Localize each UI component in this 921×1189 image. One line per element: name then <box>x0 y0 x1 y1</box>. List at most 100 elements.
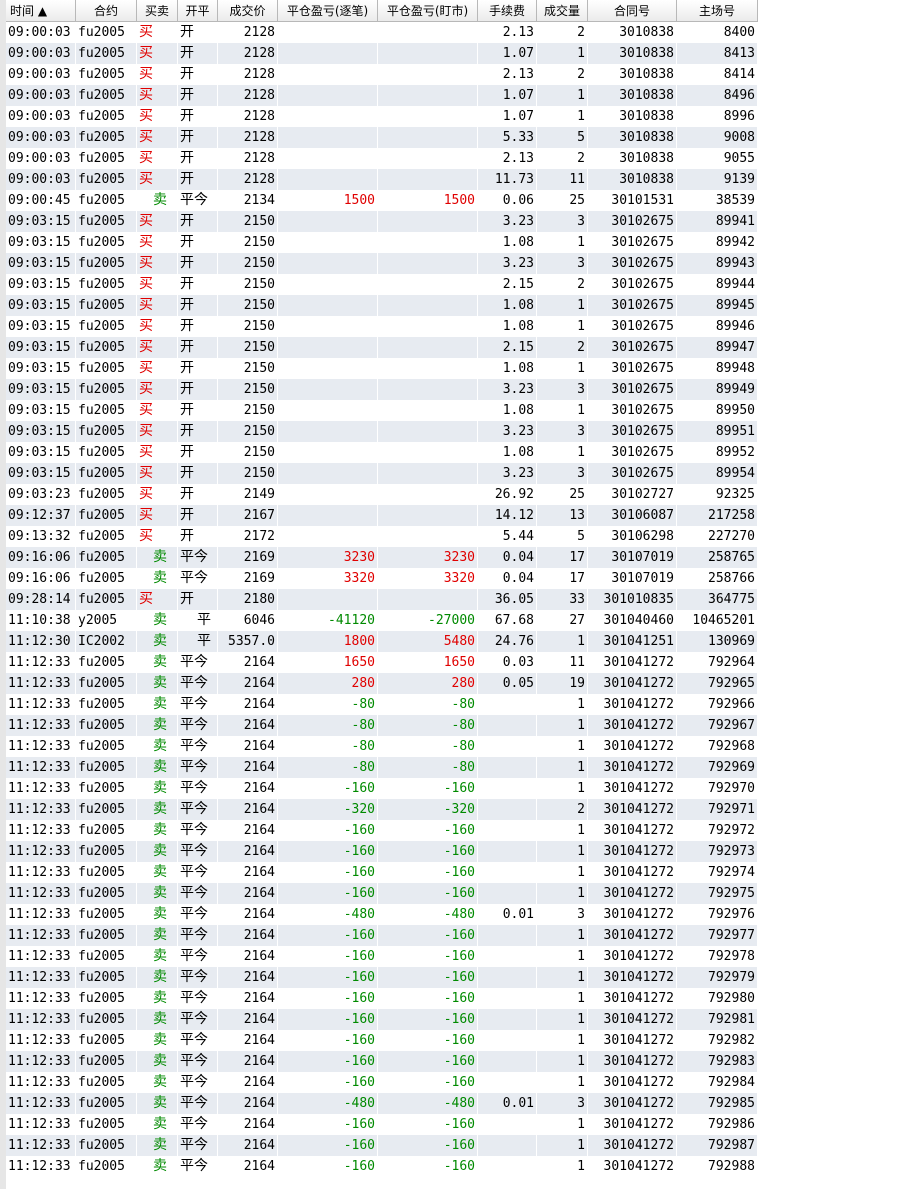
table-row[interactable]: 11:12:33 fu2005 卖平今 2164 -480 -480 0.01 3 301041… <box>6 904 758 925</box>
table-row[interactable]: 11:12:33 fu2005 卖平今 2164 -320 -320 2 301041272 7… <box>6 799 758 820</box>
cell-price: 2150 <box>218 421 278 442</box>
cell-qty: 2 <box>537 64 588 85</box>
table-row[interactable]: 09:00:03 fu2005 买开 2128 2.13 2 3010838 8414 <box>6 64 758 85</box>
table-row[interactable]: 09:03:15 fu2005 买开 2150 3.23 3 30102675 89941 <box>6 211 758 232</box>
cell-order: 301041272 <box>588 862 677 883</box>
table-row[interactable]: 11:12:33 fu2005 卖平今 2164 -160 -160 1 301041272 7… <box>6 967 758 988</box>
cell-pnl_trade: -80 <box>278 736 378 757</box>
table-row[interactable]: 09:03:15 fu2005 买开 2150 1.08 1 30102675 89948 <box>6 358 758 379</box>
cell-oc: 开 <box>178 169 218 190</box>
table-row[interactable]: 09:03:15 fu2005 买开 2150 1.08 1 30102675 89942 <box>6 232 758 253</box>
table-row[interactable]: 11:12:33 fu2005 卖平今 2164 -80 -80 1 301041272 792… <box>6 757 758 778</box>
table-row[interactable]: 09:03:15 fu2005 买开 2150 2.15 2 30102675 89944 <box>6 274 758 295</box>
table-row[interactable]: 11:12:33 fu2005 卖平今 2164 -160 -160 1 301041272 7… <box>6 883 758 904</box>
table-row[interactable]: 09:00:03 fu2005 买开 2128 2.13 2 3010838 9055 <box>6 148 758 169</box>
table-row[interactable]: 09:16:06 fu2005 卖平今 2169 3230 3230 0.04 17 30107… <box>6 547 758 568</box>
cell-fee: 0.06 <box>478 190 537 211</box>
cell-time: 09:03:15 <box>6 316 76 337</box>
cell-pnl_mark <box>378 106 478 127</box>
table-row[interactable]: 09:03:15 fu2005 买开 2150 1.08 1 30102675 89945 <box>6 295 758 316</box>
table-row[interactable]: 09:00:03 fu2005 买开 2128 1.07 1 3010838 8996 <box>6 106 758 127</box>
table-row[interactable]: 11:12:33 fu2005 卖平今 2164 -480 -480 0.01 3 301041… <box>6 1093 758 1114</box>
cell-price: 2150 <box>218 232 278 253</box>
table-row[interactable]: 11:12:33 fu2005 卖平今 2164 -160 -160 1 301041272 7… <box>6 1030 758 1051</box>
table-row[interactable]: 09:00:03 fu2005 买开 2128 11.73 11 3010838 9139 <box>6 169 758 190</box>
table-row[interactable]: 11:12:33 fu2005 卖平今 2164 -160 -160 1 301041272 7… <box>6 1072 758 1093</box>
cell-qty: 1 <box>537 967 588 988</box>
empty-area <box>758 22 921 1189</box>
cell-pnl_trade: -160 <box>278 988 378 1009</box>
cell-fee <box>478 1009 537 1030</box>
cell-oc: 开 <box>178 484 218 505</box>
table-row[interactable]: 11:12:33 fu2005 卖平今 2164 -160 -160 1 301041272 7… <box>6 862 758 883</box>
table-row[interactable]: 09:03:15 fu2005 买开 2150 3.23 3 30102675 89943 <box>6 253 758 274</box>
cell-fee <box>478 694 537 715</box>
table-row[interactable]: 09:03:15 fu2005 买开 2150 1.08 1 30102675 89950 <box>6 400 758 421</box>
table-row[interactable]: 11:12:30 IC2002 卖平 5357.0 1800 5480 24.76 1 3010… <box>6 631 758 652</box>
table-row[interactable]: 11:12:33 fu2005 卖平今 2164 -160 -160 1 301041272 7… <box>6 946 758 967</box>
table-row[interactable]: 09:12:37 fu2005 买开 2167 14.12 13 30106087 21725… <box>6 505 758 526</box>
table-row[interactable]: 11:12:33 fu2005 卖平今 2164 -160 -160 1 301041272 7… <box>6 1114 758 1135</box>
table-row[interactable]: 11:12:33 fu2005 卖平今 2164 -160 -160 1 301041272 7… <box>6 841 758 862</box>
cell-fee: 5.33 <box>478 127 537 148</box>
column-header-pnl_mark[interactable]: 平仓盈亏(盯市) <box>378 0 478 22</box>
column-header-price[interactable]: 成交价 <box>218 0 278 22</box>
cell-side: 买 <box>137 43 178 64</box>
cell-qty: 1 <box>537 988 588 1009</box>
cell-pnl_trade: -160 <box>278 1009 378 1030</box>
table-row[interactable]: 11:12:33 fu2005 卖平今 2164 -160 -160 1 301041272 7… <box>6 1156 758 1177</box>
table-row[interactable]: 09:00:03 fu2005 买开 2128 1.07 1 3010838 8413 <box>6 43 758 64</box>
column-header-side[interactable]: 买卖 <box>137 0 178 22</box>
cell-pnl_mark <box>378 232 478 253</box>
cell-pnl_trade: -480 <box>278 904 378 925</box>
cell-price: 2164 <box>218 1009 278 1030</box>
table-row[interactable]: 11:12:33 fu2005 卖平今 2164 -160 -160 1 301041272 7… <box>6 1135 758 1156</box>
table-row[interactable]: 11:12:33 fu2005 卖平今 2164 -160 -160 1 301041272 7… <box>6 925 758 946</box>
cell-pnl_mark <box>378 442 478 463</box>
table-row[interactable]: 09:03:15 fu2005 买开 2150 3.23 3 30102675 89954 <box>6 463 758 484</box>
column-header-order[interactable]: 合同号 <box>588 0 677 22</box>
table-row[interactable]: 09:00:03 fu2005 买开 2128 2.13 2 3010838 8400 <box>6 22 758 43</box>
table-row[interactable]: 11:12:33 fu2005 卖平今 2164 -160 -160 1 301041272 7… <box>6 1009 758 1030</box>
table-row[interactable]: 09:03:15 fu2005 买开 2150 3.23 3 30102675 89949 <box>6 379 758 400</box>
table-row[interactable]: 11:12:33 fu2005 卖平今 2164 1650 1650 0.03 11 30104… <box>6 652 758 673</box>
cell-qty: 2 <box>537 337 588 358</box>
table-row[interactable]: 11:12:33 fu2005 卖平今 2164 -160 -160 1 301041272 7… <box>6 778 758 799</box>
cell-pnl_mark: -80 <box>378 757 478 778</box>
table-row[interactable]: 11:12:33 fu2005 卖平今 2164 -80 -80 1 301041272 792… <box>6 736 758 757</box>
cell-pnl_trade <box>278 274 378 295</box>
column-header-serial[interactable]: 主场号 <box>677 0 758 22</box>
table-row[interactable]: 11:12:33 fu2005 卖平今 2164 280 280 0.05 19 3010412… <box>6 673 758 694</box>
table-row[interactable]: 11:12:33 fu2005 卖平今 2164 -160 -160 1 301041272 7… <box>6 820 758 841</box>
table-row[interactable]: 11:12:33 fu2005 卖平今 2164 -80 -80 1 301041272 792… <box>6 715 758 736</box>
column-header-contract[interactable]: 合约 <box>76 0 137 22</box>
column-header-time[interactable]: 时间 ▲ <box>6 0 76 22</box>
table-row[interactable]: 09:16:06 fu2005 卖平今 2169 3320 3320 0.04 17 30107… <box>6 568 758 589</box>
column-header-qty[interactable]: 成交量 <box>537 0 588 22</box>
table-row[interactable]: 09:00:45 fu2005 卖平今 2134 1500 1500 0.06 25 30101… <box>6 190 758 211</box>
table-row[interactable]: 09:13:32 fu2005 买开 2172 5.44 5 30106298 227270 <box>6 526 758 547</box>
column-header-fee[interactable]: 手续费 <box>478 0 537 22</box>
table-row[interactable]: 11:12:33 fu2005 卖平今 2164 -160 -160 1 301041272 7… <box>6 988 758 1009</box>
table-row[interactable]: 11:12:33 fu2005 卖平今 2164 -80 -80 1 301041272 792… <box>6 694 758 715</box>
cell-contract: fu2005 <box>76 463 137 484</box>
table-row[interactable]: 09:03:15 fu2005 买开 2150 3.23 3 30102675 89951 <box>6 421 758 442</box>
table-row[interactable]: 09:00:03 fu2005 买开 2128 1.07 1 3010838 8496 <box>6 85 758 106</box>
column-header-oc[interactable]: 开平 <box>178 0 218 22</box>
table-row[interactable]: 09:03:15 fu2005 买开 2150 1.08 1 30102675 89946 <box>6 316 758 337</box>
cell-contract: y2005 <box>76 610 137 631</box>
column-header-pnl_trade[interactable]: 平仓盈亏(逐笔) <box>278 0 378 22</box>
cell-contract: fu2005 <box>76 106 137 127</box>
table-row[interactable]: 09:03:15 fu2005 买开 2150 1.08 1 30102675 89952 <box>6 442 758 463</box>
table-row[interactable]: 09:03:23 fu2005 买开 2149 26.92 25 30102727 92325 <box>6 484 758 505</box>
cell-time: 11:12:33 <box>6 1009 76 1030</box>
cell-fee <box>478 715 537 736</box>
cell-side: 卖 <box>137 925 178 946</box>
table-row[interactable]: 09:00:03 fu2005 买开 2128 5.33 5 3010838 9008 <box>6 127 758 148</box>
table-row[interactable]: 11:10:38 y2005 卖平 6046 -41120 -27000 67.68 27 30… <box>6 610 758 631</box>
table-row[interactable]: 09:03:15 fu2005 买开 2150 2.15 2 30102675 89947 <box>6 337 758 358</box>
cell-contract: fu2005 <box>76 505 137 526</box>
table-row[interactable]: 11:12:33 fu2005 卖平今 2164 -160 -160 1 301041272 7… <box>6 1051 758 1072</box>
cell-serial: 8400 <box>677 22 758 43</box>
table-row[interactable]: 09:28:14 fu2005 买开 2180 36.05 33 301010835 3647… <box>6 589 758 610</box>
